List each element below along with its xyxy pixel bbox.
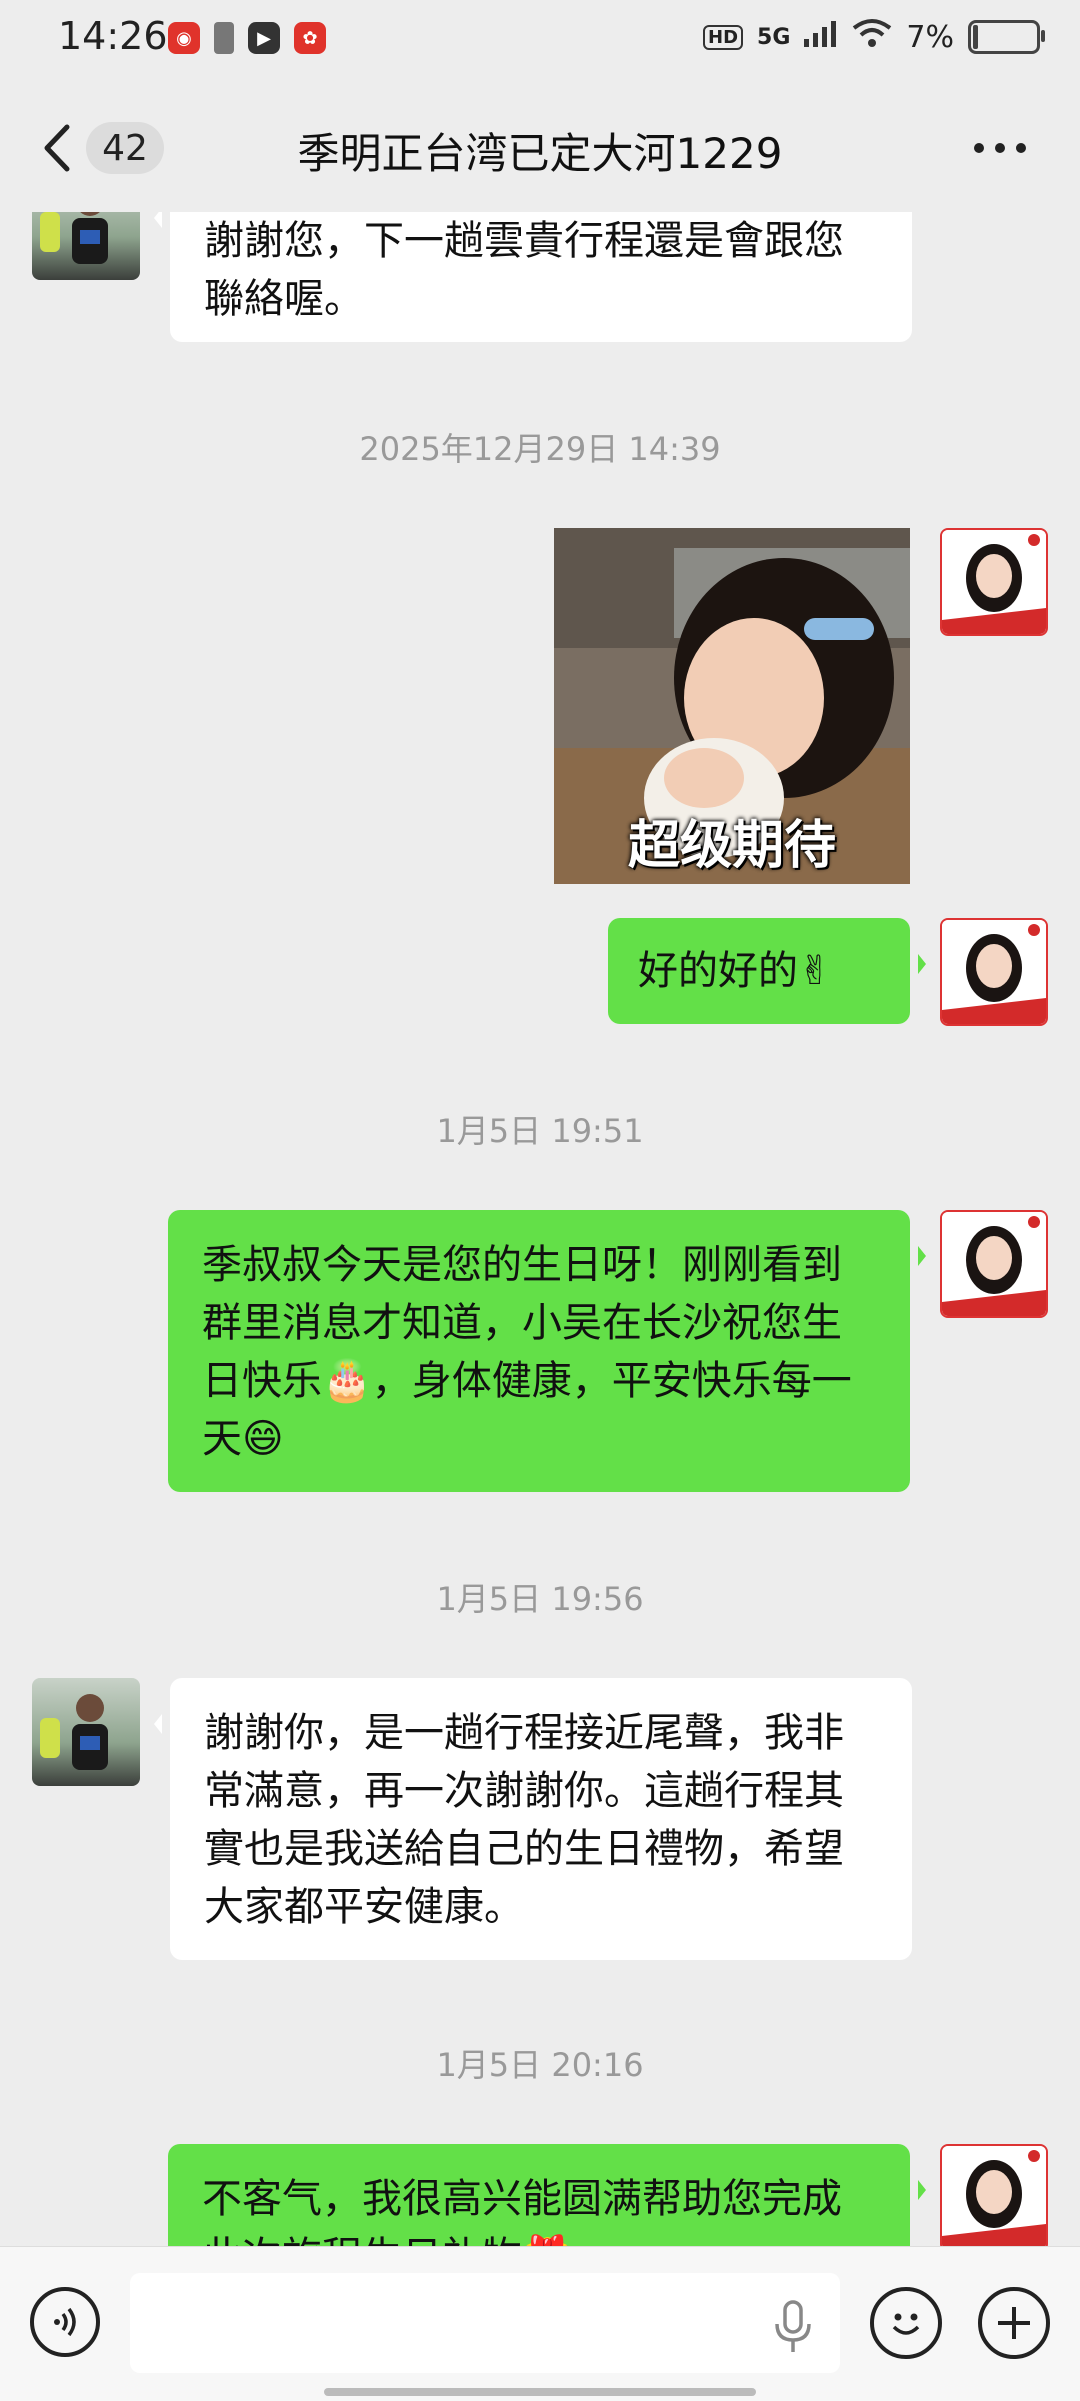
status-time: 14:26 [58,14,168,58]
microphone-button[interactable] [770,2299,816,2355]
message-bubble[interactable]: 謝謝您，下一趟雲貴行程還是會跟您聯絡喔。 [154,212,912,342]
video-app-icon: ▶ [248,22,280,54]
more-button[interactable] [960,128,1040,168]
chat-title: 季明正台湾已定大河1229 [297,129,783,178]
plus-icon [998,2307,1030,2339]
message-bubble[interactable]: 謝謝你，是一趟行程接近尾聲，我非常滿意，再一次謝謝你。這趟行程其實也是我送給自己… [154,1678,912,1960]
shopping-app-icon: ✿ [294,22,326,54]
my-avatar[interactable] [940,528,1048,636]
contact-avatar[interactable] [32,1678,140,1786]
message-timestamp: 1月5日 19:51 [436,1112,644,1150]
home-indicator[interactable] [324,2388,756,2396]
message-timestamp: 2025年12月29日 14:39 [359,430,721,468]
message-bubble[interactable]: 不客气，我很高兴能圆满帮助您完成此次旅程生日礼物🎁 [168,2144,926,2246]
emoji-icon [892,2313,920,2335]
netease-music-icon: ◉ [168,22,200,54]
plus-button[interactable] [978,2287,1050,2359]
sticker-caption: 超级期待 [627,816,836,876]
battery-percent: 7% [906,19,954,55]
message-timestamp: 1月5日 19:56 [436,1580,644,1618]
signal-icon [804,19,838,55]
my-avatar[interactable] [940,918,1048,1026]
network-label: 5G [757,24,791,50]
message-bubble[interactable]: 好的好的✌ [608,918,926,1024]
sim-icon [214,22,234,54]
message-timestamp: 1月5日 20:16 [436,2046,644,2084]
unread-count-badge[interactable]: 42 [86,122,164,174]
hd-badge: HD [703,24,744,50]
contact-avatar[interactable] [32,212,140,280]
battery-icon [968,20,1045,54]
voice-button[interactable] [30,2287,100,2357]
message-input[interactable] [130,2273,840,2373]
voice-mode-icon [54,2307,76,2337]
chevron-left-icon [44,124,70,172]
chat-header: 42 季明正台湾已定大河1229 [0,84,1080,212]
microphone-icon [775,2300,811,2352]
message-list[interactable]: 謝謝您，下一趟雲貴行程還是會跟您聯絡喔。 2025年12月29日 14:39 超… [0,212,1080,2246]
message-bubble[interactable]: 季叔叔今天是您的生日呀！刚刚看到群里消息才知道，小吴在长沙祝您生日快乐🎂，身体健… [168,1210,926,1492]
back-button[interactable] [36,118,76,178]
wifi-icon [852,18,892,56]
emoji-button[interactable] [870,2287,942,2359]
my-avatar[interactable] [940,2144,1048,2246]
input-bar [0,2246,1080,2401]
status-app-icons: ◉ ▶ ✿ [168,22,326,54]
status-bar: 14:26 ◉ ▶ ✿ HD 5G 7% [0,0,1080,84]
more-dots-icon [974,143,1026,153]
sticker-image[interactable]: 超级期待 [554,528,910,884]
my-avatar[interactable] [940,1210,1048,1318]
status-indicators: HD 5G 7% [703,18,1045,56]
